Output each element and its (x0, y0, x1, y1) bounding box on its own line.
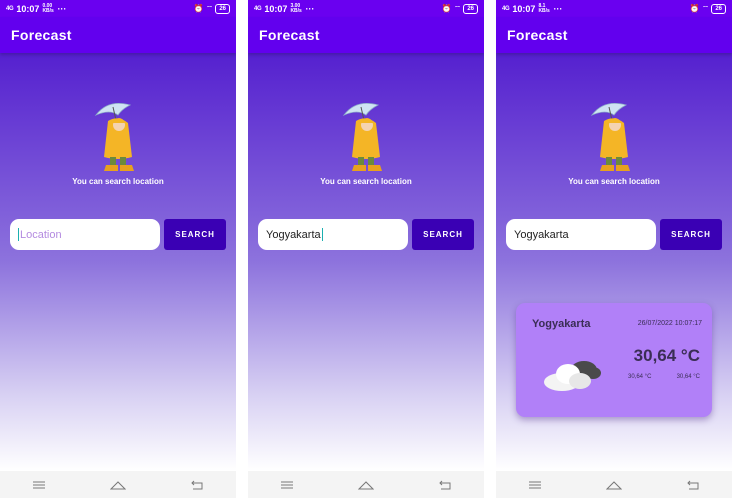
network-speed: 0.00 KB/s (42, 2, 54, 14)
location-input[interactable]: Yogyakarta (258, 219, 408, 250)
system-nav-bar (0, 471, 236, 498)
main-content: You can search location Yogyakarta SEARC… (248, 53, 484, 471)
back-icon[interactable] (437, 479, 453, 491)
location-input[interactable]: Location (10, 219, 160, 250)
network-indicator: 4G (254, 5, 262, 12)
location-value: Yogyakarta (514, 228, 569, 241)
alarm-icon: ⏰ (193, 4, 204, 13)
location-value: Yogyakarta (266, 228, 321, 241)
search-hint-caption: You can search location (72, 177, 164, 186)
network-speed: 8.1 KB/s (538, 2, 550, 14)
wifi-icon: ⌔ (701, 3, 710, 13)
wifi-icon: ⌔ (453, 3, 462, 13)
home-icon[interactable] (357, 479, 374, 491)
rain-walker-illustration (342, 102, 382, 171)
search-button[interactable]: SEARCH (164, 219, 226, 250)
network-indicator: 4G (502, 5, 510, 12)
phone-screen-2: 4G 10:07 3.00 KB/s ··· ⏰ ⌔ 26 Forecast Y… (248, 0, 484, 498)
app-bar: Forecast (248, 17, 484, 53)
status-time: 10:07 (512, 3, 536, 14)
battery-icon: 26 (711, 3, 726, 14)
menu-icon[interactable] (31, 479, 47, 491)
app-title: Forecast (259, 27, 320, 43)
weather-temp-min: 30,64 °C (628, 374, 652, 380)
search-hint-caption: You can search location (568, 177, 660, 186)
network-indicator: 4G (6, 5, 14, 12)
back-icon[interactable] (685, 479, 701, 491)
network-speed: 3.00 KB/s (290, 2, 302, 14)
text-cursor (18, 228, 19, 241)
weather-temperature: 30,64 °C (633, 346, 700, 365)
phone-screen-3: 4G 10:07 8.1 KB/s ··· ⏰ ⌔ 26 Forecast Yo… (496, 0, 732, 498)
wifi-icon: ⌔ (205, 3, 214, 13)
status-time: 10:07 (264, 3, 288, 14)
weather-city: Yogyakarta (532, 318, 591, 330)
system-nav-bar (496, 471, 732, 498)
status-time: 10:07 (16, 3, 40, 14)
text-cursor (321, 228, 323, 241)
search-button[interactable]: SEARCH (660, 219, 722, 250)
more-icon: ··· (553, 3, 563, 14)
weather-card: Yogyakarta 26/07/2022 10:07:17 30,64 °C … (516, 303, 712, 417)
weather-temp-max: 30,64 °C (676, 374, 700, 380)
phone-screen-1: 4G 10:07 0.00 KB/s ··· ⏰ ⌔ 26 Forecast Y… (0, 0, 236, 498)
app-title: Forecast (11, 27, 72, 43)
rain-walker-illustration (94, 102, 134, 171)
alarm-icon: ⏰ (441, 4, 452, 13)
app-title: Forecast (507, 27, 568, 43)
battery-icon: 26 (215, 3, 230, 14)
app-bar: Forecast (0, 17, 236, 53)
rain-walker-illustration (590, 102, 630, 171)
cloud-icon (544, 361, 601, 391)
home-icon[interactable] (605, 479, 622, 491)
app-bar: Forecast (496, 17, 732, 53)
main-content: You can search location Yogyakarta SEARC… (496, 53, 732, 471)
menu-icon[interactable] (279, 479, 295, 491)
battery-icon: 26 (463, 3, 478, 14)
more-icon: ··· (305, 3, 315, 14)
search-button[interactable]: SEARCH (412, 219, 474, 250)
location-input[interactable]: Yogyakarta (506, 219, 656, 250)
menu-icon[interactable] (527, 479, 543, 491)
back-icon[interactable] (189, 479, 205, 491)
location-placeholder: Location (20, 228, 62, 241)
alarm-icon: ⏰ (689, 4, 700, 13)
main-content: You can search location Location SEARCH (0, 53, 236, 471)
weather-datetime: 26/07/2022 10:07:17 (637, 320, 702, 327)
home-icon[interactable] (109, 479, 126, 491)
status-bar: 4G 10:07 0.00 KB/s ··· ⏰ ⌔ 26 (0, 0, 236, 17)
system-nav-bar (248, 471, 484, 498)
more-icon: ··· (57, 3, 67, 14)
status-bar: 4G 10:07 3.00 KB/s ··· ⏰ ⌔ 26 (248, 0, 484, 17)
search-hint-caption: You can search location (320, 177, 412, 186)
status-bar: 4G 10:07 8.1 KB/s ··· ⏰ ⌔ 26 (496, 0, 732, 17)
